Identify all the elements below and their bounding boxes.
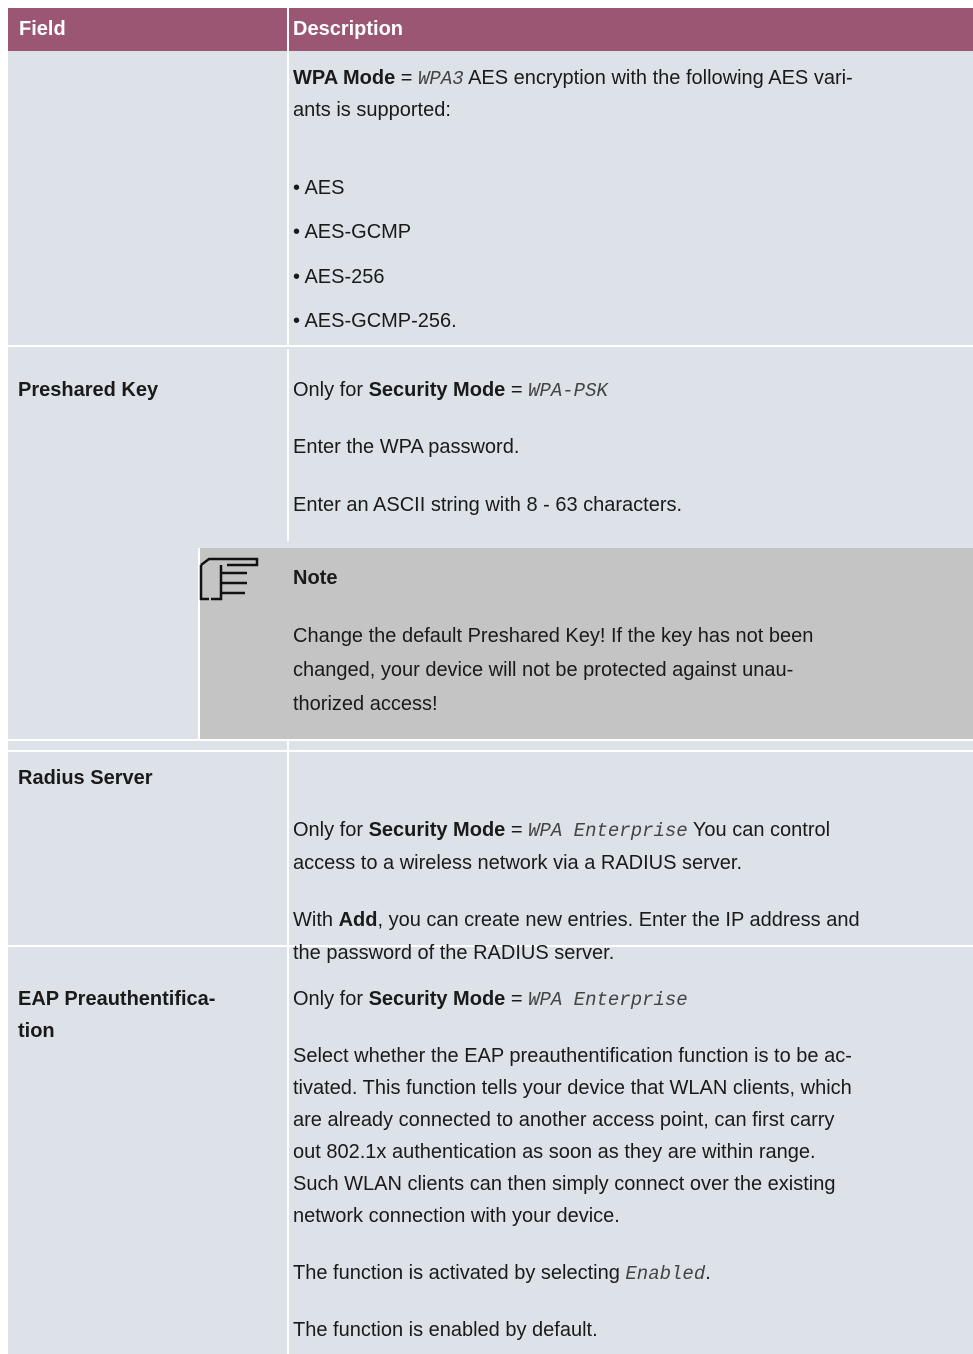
field-eap-preauth-line-2: tion [18,1020,55,1042]
column-header-description: Description [293,18,404,40]
note-line-2: changed, your device will not be protect… [293,659,794,681]
column-divider [287,947,289,1354]
eap-line-1: Only for Security Mode = WPA Enterprise [293,984,688,1015]
security-mode-value: WPA Enterprise [528,820,688,842]
column-divider [287,739,289,945]
eap-activated-line: The function is activated by selecting E… [293,1258,711,1289]
list-item: • AES-GCMP-256. [293,310,457,332]
radius-line-4: the password of the RADIUS server. [293,942,615,964]
eap-para-line-6: network connection with your device. [293,1205,620,1227]
row-divider [8,750,973,752]
column-divider [287,51,289,347]
eap-para-line-5: Such WLAN clients can then simply connec… [293,1173,836,1195]
variant-aes-gcmp: AES-GCMP [304,221,412,243]
field-radius-server: Radius Server [18,767,153,789]
enabled-value: Enabled [625,1263,706,1285]
only-for-text: Only for [293,988,369,1010]
wpa-mode-label: WPA Mode [293,67,396,89]
list-item: • AES-GCMP [293,221,412,243]
equals-sign: = [505,988,529,1010]
radius-text-a: You can control [687,819,831,841]
equals-sign: = [505,379,529,401]
eap-para-line-4: out 802.1x authentication as soon as the… [293,1141,816,1163]
radius-line-2: access to a wireless network via a RADIU… [293,852,743,874]
radius-line-3: With Add, you can create new entries. En… [293,905,860,935]
wpa-mode-value: WPA3 [418,68,464,90]
row-divider [8,345,973,347]
add-label: Add [338,909,378,931]
radius-text-c: , you can create new entries. Enter the … [377,909,860,931]
preshared-line-2: Enter the WPA password. [293,436,520,458]
eap-para-line-2: tivated. This function tells your device… [293,1077,852,1099]
activated-text: The function is activated by selecting [293,1262,626,1284]
period: . [705,1262,711,1284]
wpa-mode-line-2: ants is supported: [293,99,451,121]
preshared-line-1: Only for Security Mode = WPA-PSK [293,375,608,406]
variant-aes: AES [304,177,345,199]
equals-sign: = [505,819,529,841]
security-mode-label: Security Mode [368,819,506,841]
wpa-mode-line-1: WPA Mode = WPA3 AES encryption with the … [293,63,853,94]
note-line-3: thorized access! [293,693,438,715]
equals-sign: = [395,67,419,89]
with-text: With [293,909,339,931]
variant-aes-gcmp-256: AES-GCMP-256. [304,310,457,332]
note-line-1: Change the default Preshared Key! If the… [293,625,814,647]
eap-para-line-3: are already connected to another access … [293,1109,835,1131]
only-for-text: Only for [293,819,369,841]
radius-line-1: Only for Security Mode = WPA Enterprise … [293,815,830,846]
eap-default-line: The function is enabled by default. [293,1319,598,1341]
security-mode-label: Security Mode [368,988,506,1010]
list-item: • AES-256 [293,266,385,288]
security-mode-label: Security Mode [368,379,506,401]
field-preshared-key: Preshared Key [18,379,159,401]
table-header: Field Description [8,8,973,51]
security-mode-value: WPA Enterprise [528,989,688,1011]
wpa-mode-text-a: AES encryption with the following AES va… [463,67,853,89]
variant-aes-256: AES-256 [304,266,385,288]
column-header-field: Field [19,18,66,40]
security-mode-value: WPA-PSK [528,380,608,402]
field-eap-preauth-line-1: EAP Preauthentifica- [18,988,216,1010]
pointing-hand-icon [199,557,259,601]
only-for-text: Only for [293,379,369,401]
list-item: • AES [293,177,345,199]
note-title: Note [293,567,338,589]
eap-para-line-1: Select whether the EAP preauthentificati… [293,1045,852,1067]
preshared-line-3: Enter an ASCII string with 8 - 63 charac… [293,494,683,516]
row-divider [8,739,973,741]
column-divider [287,349,289,541]
header-divider [287,8,289,51]
